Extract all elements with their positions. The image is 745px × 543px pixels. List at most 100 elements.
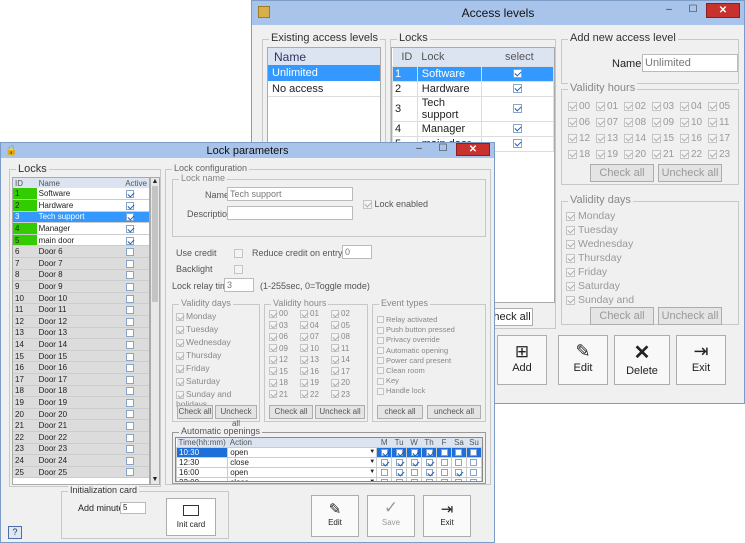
lock-active-checkbox[interactable] <box>126 398 135 407</box>
access-lock-row[interactable]: 3 Tech support <box>392 95 555 122</box>
hour-check-icon[interactable] <box>331 344 339 353</box>
day-checkbox[interactable]: Thursday <box>566 252 634 266</box>
hour-checkbox[interactable]: 08 <box>624 117 652 132</box>
opening-day-checkbox[interactable] <box>410 459 418 467</box>
lock-active-checkbox[interactable] <box>126 282 135 291</box>
hour-check-icon[interactable] <box>596 133 605 143</box>
hour-checkbox[interactable]: 05 <box>708 101 736 116</box>
hour-checkbox[interactable]: 00 <box>568 101 596 116</box>
existing-level-item[interactable]: No access <box>268 81 380 97</box>
opening-day-checkbox[interactable] <box>455 469 463 477</box>
opening-day-checkbox[interactable] <box>455 449 463 457</box>
opening-day-checkbox[interactable] <box>425 469 433 477</box>
lock-select-checkbox[interactable] <box>512 69 522 79</box>
lock-active-checkbox[interactable] <box>126 456 135 465</box>
day-check-icon[interactable] <box>566 253 575 263</box>
maximize-icon[interactable]: ☐ <box>432 143 454 156</box>
lock-active-checkbox[interactable] <box>126 317 135 326</box>
save-button[interactable]: ✓ Save <box>367 495 415 537</box>
lock-list-row[interactable]: 17 Door 17 <box>13 373 149 386</box>
lock-active-checkbox[interactable] <box>126 236 135 245</box>
hour-checkbox[interactable]: 06 <box>568 117 596 132</box>
lock-list-row[interactable]: 24 Door 24 <box>13 454 149 467</box>
automatic-openings-table[interactable]: Time(hh:mm) Action M Tu W Th F Sa Su 10:30 open ▼ 12… <box>175 437 483 482</box>
lock-hour-checkbox[interactable]: 12 <box>269 355 300 367</box>
scroll-down-icon[interactable]: ▼ <box>151 476 159 484</box>
event-check-icon[interactable] <box>377 326 384 334</box>
lock-hour-checkbox[interactable]: 19 <box>300 378 331 390</box>
opening-day-checkbox[interactable] <box>380 449 388 457</box>
opening-day-checkbox[interactable] <box>395 469 403 477</box>
lock-select-checkbox[interactable] <box>512 104 522 114</box>
event-check-icon[interactable] <box>377 316 384 324</box>
hour-check-icon[interactable] <box>624 117 633 127</box>
lock-hour-checkbox[interactable]: 15 <box>269 367 300 379</box>
hour-check-icon[interactable] <box>652 101 661 111</box>
hour-check-icon[interactable] <box>331 309 339 318</box>
minimize-icon[interactable]: – <box>408 143 430 156</box>
hour-checkbox[interactable]: 13 <box>596 133 624 148</box>
access-lock-row[interactable]: 1 Software <box>392 65 555 82</box>
hour-checkbox[interactable]: 17 <box>708 133 736 148</box>
opening-day-checkbox[interactable] <box>470 469 478 477</box>
lock-list-row[interactable]: 7 Door 7 <box>13 257 149 270</box>
lock-list-row[interactable]: 16 Door 16 <box>13 361 149 374</box>
event-check-icon[interactable] <box>377 377 384 385</box>
hour-check-icon[interactable] <box>269 390 277 399</box>
hour-check-icon[interactable] <box>624 133 633 143</box>
chevron-down-icon[interactable]: ▼ <box>369 469 375 475</box>
lock-list-row[interactable]: 12 Door 12 <box>13 315 149 328</box>
day-check-icon[interactable] <box>176 377 184 386</box>
day-checkbox[interactable]: Friday <box>566 266 634 280</box>
hour-checkbox[interactable]: 14 <box>624 133 652 148</box>
hour-check-icon[interactable] <box>300 355 308 364</box>
hour-checkbox[interactable]: 07 <box>596 117 624 132</box>
hour-check-icon[interactable] <box>624 101 633 111</box>
hour-check-icon[interactable] <box>269 321 277 330</box>
hour-check-icon[interactable] <box>708 133 717 143</box>
hour-checkbox[interactable]: 19 <box>596 149 624 164</box>
delete-button[interactable]: ✕ Delete <box>614 335 670 385</box>
events-check-all-button[interactable]: check all <box>377 405 423 419</box>
hours-uncheck-all-button[interactable]: Uncheck all <box>658 164 722 182</box>
auto-opening-row[interactable]: 22:00close ▼ <box>176 477 482 481</box>
level-name-input[interactable]: Unlimited <box>642 54 738 72</box>
lock-select-checkbox[interactable] <box>512 124 522 134</box>
hour-checkbox[interactable]: 20 <box>624 149 652 164</box>
hour-check-icon[interactable] <box>596 101 605 111</box>
help-button[interactable]: ? <box>8 526 22 539</box>
lock-active-checkbox[interactable] <box>126 468 135 477</box>
backlight-checkbox[interactable] <box>234 265 243 274</box>
hour-check-icon[interactable] <box>269 378 277 387</box>
hour-check-icon[interactable] <box>300 332 308 341</box>
opening-day-checkbox[interactable] <box>380 469 388 477</box>
init-card-button[interactable]: Init card <box>166 498 216 536</box>
event-check-icon[interactable] <box>377 367 384 375</box>
lock-days-uncheck-all-button[interactable]: Uncheck all <box>215 405 257 428</box>
lock-day-checkbox[interactable]: Wednesday <box>176 337 259 350</box>
event-check-icon[interactable] <box>377 357 384 365</box>
hour-check-icon[interactable] <box>269 355 277 364</box>
hour-check-icon[interactable] <box>331 321 339 330</box>
opening-action-select[interactable]: open ▼ <box>227 447 378 458</box>
opening-day-checkbox[interactable] <box>440 459 448 467</box>
lock-name-input[interactable]: Tech support <box>227 187 353 201</box>
lock-enabled-checkbox[interactable]: Lock enabled <box>363 199 428 210</box>
close-icon[interactable]: ✕ <box>456 143 490 156</box>
opening-day-checkbox[interactable] <box>425 459 433 467</box>
day-check-icon[interactable] <box>566 211 575 221</box>
lock-list-row[interactable]: 9 Door 9 <box>13 280 149 293</box>
lock-active-checkbox[interactable] <box>126 294 135 303</box>
lock-hour-checkbox[interactable]: 16 <box>300 367 331 379</box>
event-type-checkbox[interactable]: Relay activated <box>377 315 455 325</box>
day-checkbox[interactable]: Sunday and <box>566 294 634 308</box>
hour-check-icon[interactable] <box>331 367 339 376</box>
lock-list-row[interactable]: 1 Software <box>13 188 149 201</box>
event-check-icon[interactable] <box>377 346 384 354</box>
close-icon[interactable]: ✕ <box>706 3 740 18</box>
lock-hour-checkbox[interactable]: 21 <box>269 390 300 402</box>
opening-day-checkbox[interactable] <box>470 459 478 467</box>
lock-list-scrollbar[interactable]: ▲ ▼ <box>150 177 160 485</box>
maximize-icon[interactable]: ☐ <box>682 3 704 18</box>
hour-check-icon[interactable] <box>568 117 577 127</box>
